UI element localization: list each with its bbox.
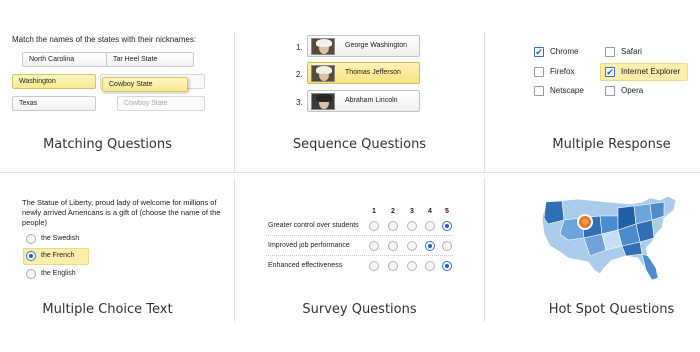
match-ghost-item: Cowboy State [117, 96, 205, 111]
survey-radio[interactable] [425, 261, 435, 271]
sequence-number: 2. [296, 70, 303, 79]
question-text: The Statue of Liberty, proud lady of wel… [22, 198, 221, 227]
survey-radio[interactable] [369, 221, 379, 231]
divider [484, 32, 485, 172]
radio-label: the French [41, 252, 75, 259]
sequence-label: Thomas Jefferson [345, 69, 401, 76]
scale-header: 2 [391, 208, 395, 215]
checkbox-label: Firefox [550, 67, 575, 76]
checkbox-label: Chrome [550, 47, 579, 56]
checkbox-label: Netscape [550, 86, 584, 95]
match-left-item[interactable]: North Carolina [22, 52, 108, 67]
match-left-item[interactable]: Texas [12, 96, 96, 111]
checkbox-icon[interactable] [534, 67, 544, 77]
scale-header: 3 [410, 208, 414, 215]
survey-radio[interactable] [388, 221, 398, 231]
sequence-number: 1. [296, 43, 303, 52]
survey-radio-selected[interactable] [442, 261, 452, 271]
survey-radio[interactable] [407, 221, 417, 231]
survey-radio-selected[interactable] [425, 241, 435, 251]
survey-radio[interactable] [388, 241, 398, 251]
survey-row-label: Improved job performance [268, 242, 350, 249]
scale-header: 5 [445, 208, 449, 215]
caption-multiple-choice-text: Multiple Choice Text [42, 302, 173, 317]
matching-instruction: Match the names of the states with their… [12, 35, 197, 44]
checkbox-checked-icon[interactable]: ✔ [534, 47, 544, 57]
checkbox-label: Internet Explorer [621, 67, 681, 76]
caption-multiple-response: Multiple Response [552, 137, 671, 152]
survey-radio[interactable] [369, 261, 379, 271]
survey-radio-selected[interactable] [442, 221, 452, 231]
match-right-item[interactable]: Tar Heel State [106, 52, 194, 67]
checkbox-label: Opera [621, 86, 644, 95]
caption-matching: Matching Questions [43, 137, 172, 152]
survey-radio[interactable] [407, 241, 417, 251]
radio-icon[interactable] [26, 269, 36, 279]
us-map-icon[interactable] [538, 194, 682, 286]
radio-icon[interactable] [26, 234, 36, 244]
survey-radio[interactable] [388, 261, 398, 271]
caption-survey: Survey Questions [302, 302, 417, 317]
match-dragged-item[interactable]: Cowboy State [102, 77, 188, 92]
radio-selected-icon[interactable] [26, 251, 36, 261]
scale-header: 1 [372, 208, 376, 215]
survey-radio[interactable] [425, 221, 435, 231]
divider [234, 32, 235, 172]
radio-label: the Swedish [41, 235, 80, 242]
divider [0, 172, 700, 173]
survey-radio[interactable] [442, 241, 452, 251]
checkbox-icon[interactable] [605, 86, 615, 96]
sequence-number: 3. [296, 98, 303, 107]
sequence-item[interactable]: George Washington [307, 35, 420, 57]
survey-radio[interactable] [407, 261, 417, 271]
radio-label: the English [41, 270, 76, 277]
checkbox-checked-icon[interactable]: ✔ [605, 67, 615, 77]
checkbox-icon[interactable] [605, 47, 615, 57]
match-left-item[interactable]: Washington [12, 74, 96, 89]
portrait-icon [311, 38, 335, 55]
portrait-icon [311, 93, 335, 110]
sequence-item[interactable]: Abraham Lincoln [307, 90, 420, 112]
sequence-label: Abraham Lincoln [345, 97, 398, 104]
caption-hotspot: Hot Spot Questions [548, 302, 675, 317]
divider [234, 178, 235, 322]
survey-row-label: Enhanced effectiveness [268, 262, 343, 269]
sequence-item[interactable]: Thomas Jefferson [307, 62, 420, 84]
caption-sequence: Sequence Questions [292, 137, 427, 152]
row-separator [266, 235, 453, 236]
scale-header: 4 [428, 208, 432, 215]
divider [484, 178, 485, 322]
sequence-label: George Washington [345, 42, 407, 49]
survey-row-label: Greater control over students [268, 222, 359, 229]
survey-radio[interactable] [369, 241, 379, 251]
portrait-icon [311, 65, 335, 82]
row-separator [266, 255, 453, 256]
checkbox-label: Safari [621, 47, 642, 56]
checkbox-icon[interactable] [534, 86, 544, 96]
